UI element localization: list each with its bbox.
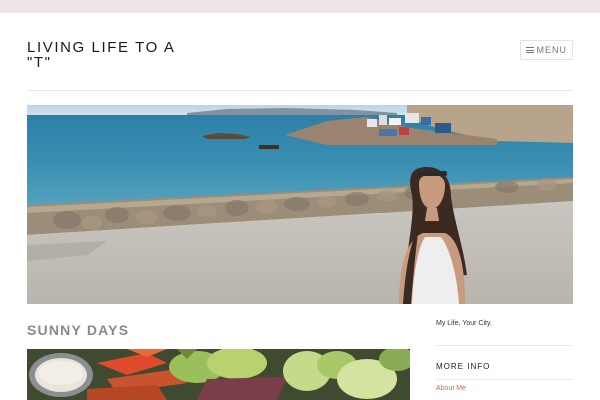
site-header: LIVING LIFE TO A "T" MENU [27, 40, 573, 90]
hero-image [27, 105, 573, 304]
site-tagline: My Life, Your City. [436, 320, 492, 327]
menu-button[interactable]: MENU [519, 40, 573, 60]
header-divider [27, 90, 573, 91]
widget-title-more-info: MORE INFO [436, 362, 491, 371]
sidebar-divider [436, 345, 573, 346]
top-band [0, 0, 600, 13]
sidebar: My Life, Your City. MORE INFO About Me [436, 318, 573, 392]
post-title[interactable]: SUNNY DAYS [27, 322, 129, 338]
sidebar-link-about-me[interactable]: About Me [436, 385, 573, 392]
site-title[interactable]: LIVING LIFE TO A "T" [27, 40, 197, 70]
widget-divider [436, 379, 573, 380]
menu-label: MENU [536, 45, 567, 55]
hamburger-icon [525, 47, 534, 53]
post-featured-image[interactable] [27, 349, 410, 400]
